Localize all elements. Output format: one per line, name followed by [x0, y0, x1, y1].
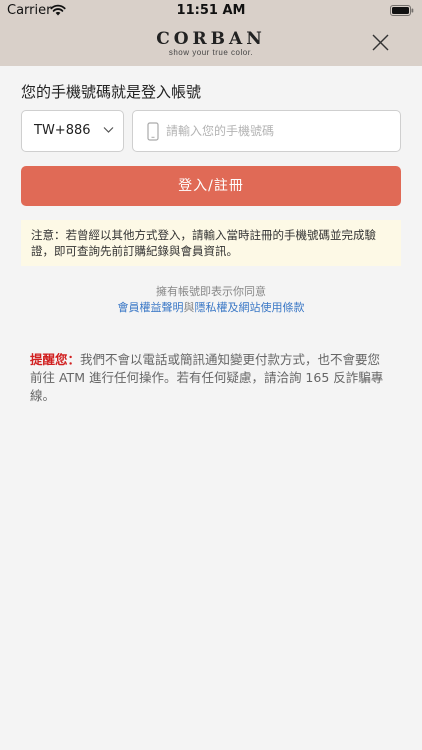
mobile-phone-icon	[147, 122, 159, 141]
app-header: CORBAN show your true color.	[0, 22, 422, 66]
logo-tagline: show your true color.	[168, 48, 254, 57]
battery-icon	[390, 5, 414, 16]
reminder-text: 我們不會以電話或簡訊通知變更付款方式，也不會要您前往 ATM 進行任何操作。若有…	[30, 352, 384, 403]
member-terms-link[interactable]: 會員權益聲明	[118, 301, 184, 314]
reminder-label: 提醒您：	[30, 352, 81, 367]
phone-field[interactable]	[132, 110, 401, 152]
notice-text: 注意：若曾經以其他方式登入，請輸入當時註冊的手機號碼並完成驗證，即可查詢先前訂購…	[31, 228, 376, 258]
logo-wordmark: CORBAN	[156, 29, 266, 49]
form-title: 您的手機號碼就是登入帳號	[21, 83, 202, 101]
terms-conjunction: 與	[183, 301, 195, 314]
top-bar: Carrier 11:51 AM CORBAN show your true c…	[0, 0, 422, 66]
terms-links: 會員權益聲明與隱私權及網站使用條款	[0, 299, 422, 315]
brand-logo: CORBAN show your true color.	[0, 29, 422, 58]
privacy-terms-link[interactable]: 隱私權及網站使用條款	[195, 301, 305, 314]
notice-box: 注意：若曾經以其他方式登入，請輸入當時註冊的手機號碼並完成驗證，即可查詢先前訂購…	[21, 220, 401, 266]
chevron-down-icon	[103, 127, 114, 133]
fraud-reminder: 提醒您：我們不會以電話或簡訊通知變更付款方式，也不會要您前往 ATM 進行任何操…	[30, 351, 390, 405]
country-code-select[interactable]: TW+886	[21, 110, 124, 152]
status-bar: Carrier 11:51 AM	[0, 0, 422, 22]
agreement-text: 擁有帳號即表示你同意	[156, 285, 266, 298]
country-code-value: TW+886	[34, 123, 91, 138]
close-icon[interactable]	[371, 33, 390, 52]
status-time: 11:51 AM	[176, 3, 246, 18]
phone-input[interactable]	[166, 121, 386, 141]
login-register-button[interactable]: 登入/註冊	[21, 166, 401, 206]
